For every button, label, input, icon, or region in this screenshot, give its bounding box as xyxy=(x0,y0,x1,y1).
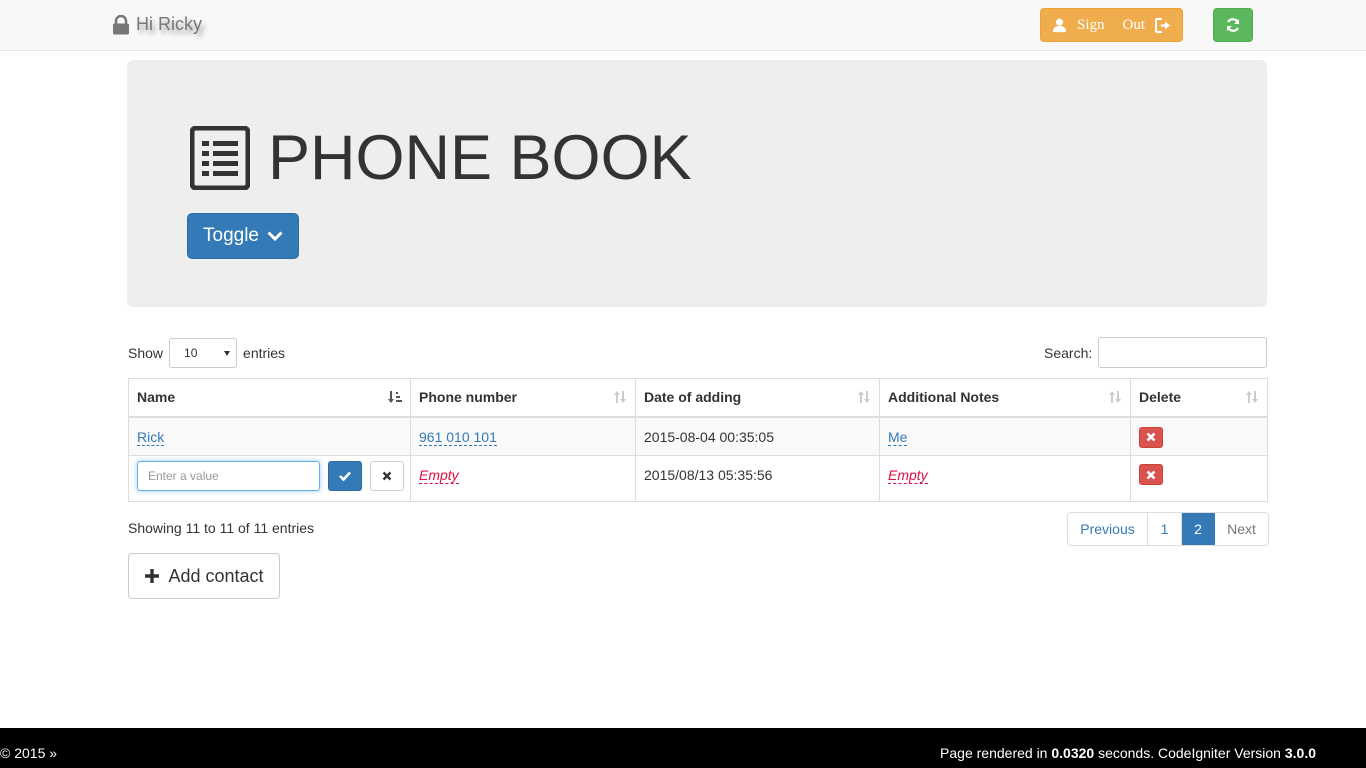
table-info: Showing 11 to 11 of 11 entries xyxy=(128,520,315,536)
plus-icon xyxy=(145,569,160,583)
chevron-down-icon xyxy=(267,231,283,242)
column-header-date[interactable]: Date of adding xyxy=(635,378,880,418)
editable-phone[interactable]: Empty xyxy=(419,467,459,484)
copyright: © 2015 » xyxy=(0,745,58,761)
page-1-button[interactable]: 1 xyxy=(1148,513,1182,545)
greeting: Hi Ricky xyxy=(112,14,202,35)
list-alt-icon xyxy=(190,126,250,190)
sort-icon xyxy=(1109,391,1121,403)
out-word: Out xyxy=(1122,16,1146,33)
delete-button[interactable] xyxy=(1139,464,1163,485)
pagination: Previous 1 2 Next xyxy=(1067,512,1269,546)
toggle-button[interactable]: Toggle xyxy=(187,213,299,259)
page-size-value: 10 xyxy=(184,346,198,360)
page-title-text: PHONE BOOK xyxy=(268,122,692,193)
remove-icon xyxy=(1146,432,1156,442)
table-row: Enter a value Empty 2015/08/13 05:35:56 … xyxy=(128,455,1268,502)
page-2-button[interactable]: 2 xyxy=(1182,513,1215,545)
logout-icon xyxy=(1155,17,1170,33)
cell-date: 2015-08-04 00:35:05 xyxy=(635,416,880,456)
table-header-row: Name Phone number Date of adding Additio… xyxy=(128,378,1268,418)
refresh-button[interactable] xyxy=(1213,8,1253,42)
page-size-control: Show 10 entries xyxy=(128,338,285,368)
editable-notes[interactable]: Empty xyxy=(888,467,928,484)
lock-icon xyxy=(113,14,129,34)
sign-word: Sign xyxy=(1076,16,1105,33)
confirm-edit-button[interactable] xyxy=(328,461,362,491)
search-control: Search: xyxy=(1044,337,1268,368)
caret-down-icon xyxy=(224,351,231,356)
contacts-table: Name Phone number Date of adding Additio… xyxy=(128,378,1268,502)
render-time: 0.0320 xyxy=(1051,745,1095,761)
close-icon xyxy=(382,471,392,481)
name-edit-input[interactable]: Enter a value xyxy=(137,461,320,491)
editable-phone[interactable]: 961 010 101 xyxy=(419,428,497,446)
column-header-notes[interactable]: Additional Notes xyxy=(879,378,1131,418)
render-info: Page rendered in 0.0320 seconds. CodeIgn… xyxy=(940,745,1316,761)
sort-icon xyxy=(858,391,870,403)
editable-name[interactable]: Rick xyxy=(137,428,165,446)
cell-name: Enter a value xyxy=(128,455,411,502)
sort-icon xyxy=(1246,391,1258,403)
next-page-button[interactable]: Next xyxy=(1215,513,1268,545)
remove-icon xyxy=(1146,470,1156,479)
cell-notes: Me xyxy=(879,416,1131,456)
page-size-select[interactable]: 10 xyxy=(169,338,238,368)
show-label: Show xyxy=(128,345,164,361)
cell-date: 2015/08/13 05:35:56 xyxy=(635,455,880,502)
sort-asc-icon xyxy=(388,391,402,403)
toggle-label: Toggle xyxy=(203,225,259,246)
previous-page-button[interactable]: Previous xyxy=(1068,513,1148,545)
cell-notes: Empty xyxy=(879,455,1131,502)
cell-phone: Empty xyxy=(410,455,636,502)
refresh-icon xyxy=(1226,18,1240,32)
cell-delete xyxy=(1130,416,1268,456)
add-contact-label: Add contact xyxy=(168,565,264,586)
sort-icon xyxy=(614,391,626,403)
page-footer: © 2015 » Page rendered in 0.0320 seconds… xyxy=(0,728,1366,768)
delete-button[interactable] xyxy=(1139,426,1163,448)
column-header-phone[interactable]: Phone number xyxy=(410,378,636,418)
search-label: Search: xyxy=(1044,344,1093,361)
search-input[interactable] xyxy=(1098,337,1268,368)
column-header-name[interactable]: Name xyxy=(128,378,411,418)
page-title: PHONE BOOK xyxy=(190,126,692,190)
editable-notes[interactable]: Me xyxy=(888,428,908,446)
entries-label: entries xyxy=(243,345,286,361)
add-contact-button[interactable]: Add contact xyxy=(128,553,280,599)
cell-name: Rick xyxy=(128,416,411,456)
header-panel: PHONE BOOK Toggle xyxy=(127,60,1267,307)
greeting-text: Hi Ricky xyxy=(136,14,202,34)
sign-out-label: Sign Out xyxy=(1077,17,1145,34)
cancel-edit-button[interactable] xyxy=(370,461,404,491)
table-row: Rick 961 010 101 2015-08-04 00:35:05 Me xyxy=(128,416,1268,456)
check-icon xyxy=(339,471,351,481)
user-icon xyxy=(1052,18,1067,32)
inline-editor: Enter a value xyxy=(137,461,410,491)
cell-phone: 961 010 101 xyxy=(410,416,636,456)
framework-version: 3.0.0 xyxy=(1284,745,1316,761)
column-header-delete[interactable]: Delete xyxy=(1130,378,1268,418)
cell-delete xyxy=(1130,455,1268,502)
sign-out-button[interactable]: Sign Out xyxy=(1040,8,1183,42)
navbar: Hi Ricky Sign Out xyxy=(0,0,1366,51)
